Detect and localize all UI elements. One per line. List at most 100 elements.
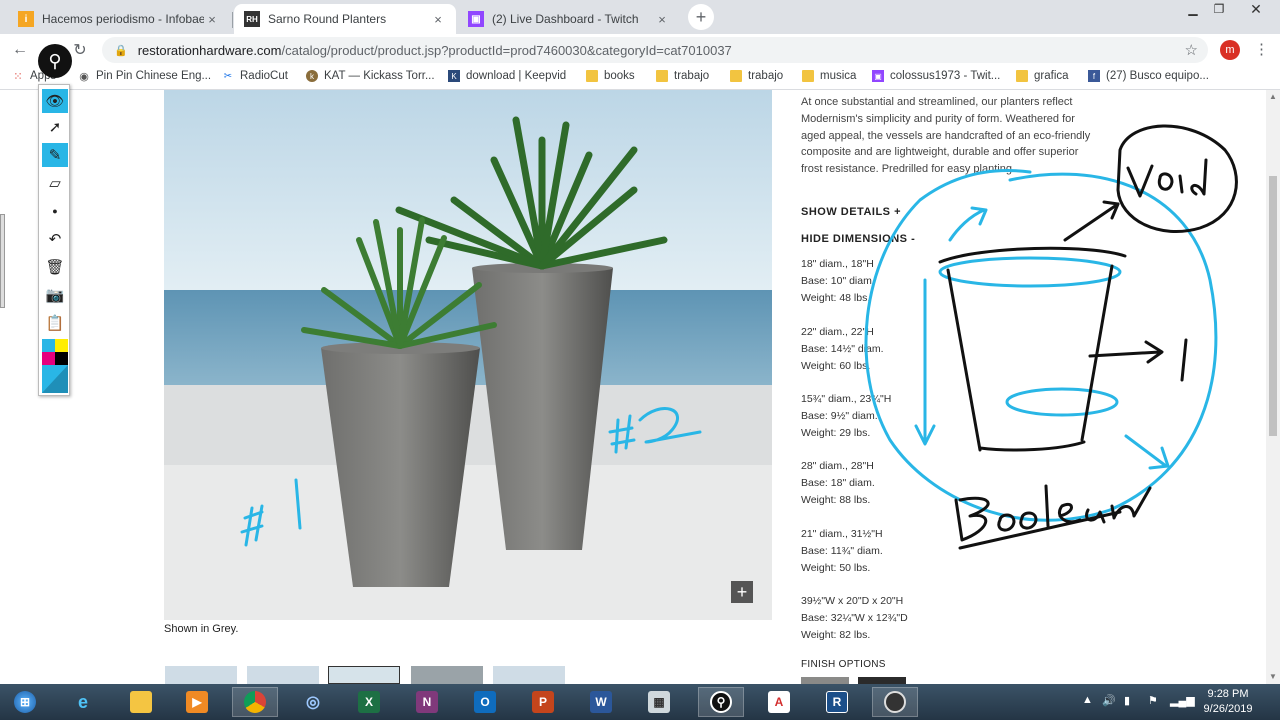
product-description: At once substantial and streamlined, our… xyxy=(801,96,1091,176)
bookmarks-bar: ⁙ Apps ◉ Pin Pin Chinese Eng... ✂ RadioCut … xyxy=(0,66,1280,90)
scrollbar-thumb[interactable] xyxy=(1269,176,1277,436)
tab-infobae[interactable]: i Hacemos periodismo - Infobae × xyxy=(8,4,230,34)
browser-titlebar: i Hacemos periodismo - Infobae × RH Sarn… xyxy=(0,0,1280,34)
back-icon[interactable]: ← xyxy=(8,38,32,62)
excel-icon[interactable]: X xyxy=(346,687,392,717)
menu-icon[interactable]: ⋮ xyxy=(1254,40,1269,58)
gallery-thumbnail[interactable] xyxy=(247,666,319,684)
keepvid-icon: K xyxy=(448,70,460,82)
signal-icon[interactable]: ▂▄▆ xyxy=(1170,694,1195,707)
bookmark-label: musica xyxy=(820,70,857,82)
rh-icon: RH xyxy=(244,11,260,27)
onenote-icon[interactable]: N xyxy=(404,687,450,717)
close-icon[interactable]: × xyxy=(654,12,670,27)
start-orb-icon[interactable]: ⊞ xyxy=(2,687,48,717)
new-tab-button[interactable]: + xyxy=(688,4,714,30)
highlighter-icon[interactable]: ✎ xyxy=(42,143,68,167)
annotate-icon[interactable]: ⚲ xyxy=(698,687,744,717)
hide-dimensions-link[interactable]: HIDE DIMENSIONS - xyxy=(801,233,915,245)
bookmark-trabajo-1[interactable]: trabajo xyxy=(656,70,709,82)
dimension-group: 28" diam., 28"H Base: 18" diam. Weight: … xyxy=(801,458,875,509)
chrome-icon[interactable] xyxy=(232,687,278,717)
dimension-weight: Weight: 88 lbs. xyxy=(801,494,871,506)
scroll-up-icon[interactable]: ▲ xyxy=(1269,92,1277,101)
show-details-link[interactable]: SHOW DETAILS + xyxy=(801,206,901,218)
eraser-icon[interactable]: ▱ xyxy=(42,171,68,195)
bookmark-pinpin[interactable]: ◉ Pin Pin Chinese Eng... xyxy=(78,70,211,83)
revit-icon[interactable]: R xyxy=(814,687,860,717)
finish-swatch[interactable] xyxy=(858,677,906,684)
close-window-icon[interactable]: ✕ xyxy=(1234,0,1278,18)
bookmark-star-icon[interactable]: ☆ xyxy=(1185,41,1198,59)
camera-icon[interactable]: 📷 xyxy=(42,283,68,307)
facebook-icon: f xyxy=(1088,70,1100,82)
dimension-group: 18" diam., 18"H Base: 10" diam. Weight: … xyxy=(801,256,875,307)
dimension-size: 28" diam., 28"H xyxy=(801,460,874,472)
dot-icon[interactable]: ● xyxy=(42,199,68,223)
restore-icon[interactable]: ❐ xyxy=(1206,0,1232,18)
bookmark-keepvid[interactable]: Kdownload | Keepvid xyxy=(448,70,566,82)
gallery-thumbnail-selected[interactable] xyxy=(328,666,400,684)
scroll-down-icon[interactable]: ▼ xyxy=(1269,672,1277,681)
undo-icon[interactable]: ↶ xyxy=(42,227,68,251)
bookmark-trabajo-2[interactable]: trabajo xyxy=(730,70,783,82)
lock-icon: 🔒 xyxy=(114,44,128,57)
clock-date: 9/26/2019 xyxy=(1203,703,1253,715)
outlook-icon[interactable]: O xyxy=(462,687,508,717)
clipboard-icon[interactable]: 📋 xyxy=(42,311,68,335)
bookmark-kat[interactable]: k KAT — Kickass Torr... xyxy=(306,70,435,82)
tab-label: (2) Live Dashboard - Twitch xyxy=(492,12,639,26)
bookmark-radiocut[interactable]: ✂ RadioCut xyxy=(222,70,288,82)
dimension-size: 22" diam., 22"H xyxy=(801,326,874,338)
close-icon[interactable]: × xyxy=(430,12,446,27)
volume-icon[interactable]: 🔊 xyxy=(1102,694,1116,707)
tab-sarno-planters[interactable]: RH Sarno Round Planters × xyxy=(234,4,456,34)
bookmark-musica[interactable]: musica xyxy=(802,70,856,82)
gallery-thumbnail[interactable] xyxy=(165,666,237,684)
obs-icon[interactable] xyxy=(872,687,918,717)
pointer-icon[interactable]: ➚ xyxy=(42,115,68,139)
planters-photo xyxy=(164,90,772,620)
minimize-icon[interactable]: ▁ xyxy=(1180,0,1206,18)
trash-icon[interactable]: 🗑 xyxy=(42,255,68,279)
bookmark-grafica[interactable]: grafica xyxy=(1016,70,1069,82)
gallery-thumbnail[interactable] xyxy=(411,666,483,684)
dimension-group: 21" diam., 31½"H Base: 11¾" diam. Weight… xyxy=(801,526,883,577)
taskbar-clock[interactable]: 9:28 PM 9/26/2019 xyxy=(1196,687,1260,717)
app-swirl-icon[interactable]: ◎ xyxy=(290,687,336,717)
dimension-size: 21" diam., 31½"H xyxy=(801,528,883,540)
color-picker-icon[interactable] xyxy=(42,339,68,393)
profile-avatar[interactable]: m xyxy=(1220,40,1240,60)
dimension-weight: Weight: 48 lbs. xyxy=(801,292,871,304)
eye-icon[interactable]: 👁 xyxy=(42,89,68,113)
page-scrollbar[interactable]: ▲ ▼ xyxy=(1266,90,1280,684)
calculator-icon[interactable]: ▦ xyxy=(636,687,682,717)
tray-overflow-icon[interactable]: ▲ xyxy=(1082,694,1093,706)
bookmark-facebook[interactable]: f (27) Busco equipo... xyxy=(1088,70,1209,82)
annotate-logo-icon[interactable]: ⚲ xyxy=(38,44,72,78)
dimension-group: 15¾" diam., 23¾"H Base: 9½" diam. Weight… xyxy=(801,391,891,442)
ie-icon[interactable]: e xyxy=(60,687,106,717)
dimension-size: 39½"W x 20"D x 20"H xyxy=(801,595,904,607)
product-hero-image[interactable] xyxy=(164,90,772,620)
finish-swatch[interactable] xyxy=(801,677,849,684)
dimension-base: Base: 14½" diam. xyxy=(801,343,884,355)
close-icon[interactable]: × xyxy=(204,12,220,27)
file-explorer-icon[interactable] xyxy=(118,687,164,717)
gallery-thumbnail[interactable] xyxy=(493,666,565,684)
dimension-base: Base: 10" diam. xyxy=(801,275,875,287)
network-icon[interactable]: ▮ xyxy=(1124,694,1130,707)
zoom-button[interactable]: + xyxy=(731,581,753,603)
acrobat-icon[interactable]: A xyxy=(756,687,802,717)
color-swatch-grid xyxy=(42,339,68,393)
media-player-icon[interactable]: ▶ xyxy=(174,687,220,717)
flag-icon[interactable]: ⚑ xyxy=(1148,694,1158,707)
side-dock-tab[interactable] xyxy=(0,214,5,308)
product-page: + Shown in Grey. At once substantial and… xyxy=(0,90,1280,684)
powerpoint-icon[interactable]: P xyxy=(520,687,566,717)
bookmark-colossus[interactable]: ▣ colossus1973 - Twit... xyxy=(872,70,1000,82)
word-icon[interactable]: W xyxy=(578,687,624,717)
bookmark-books[interactable]: books xyxy=(586,70,635,82)
address-bar[interactable]: 🔒 restorationhardware.com /catalog/produ… xyxy=(102,37,1208,63)
tab-twitch[interactable]: ▣ (2) Live Dashboard - Twitch × xyxy=(458,4,680,34)
